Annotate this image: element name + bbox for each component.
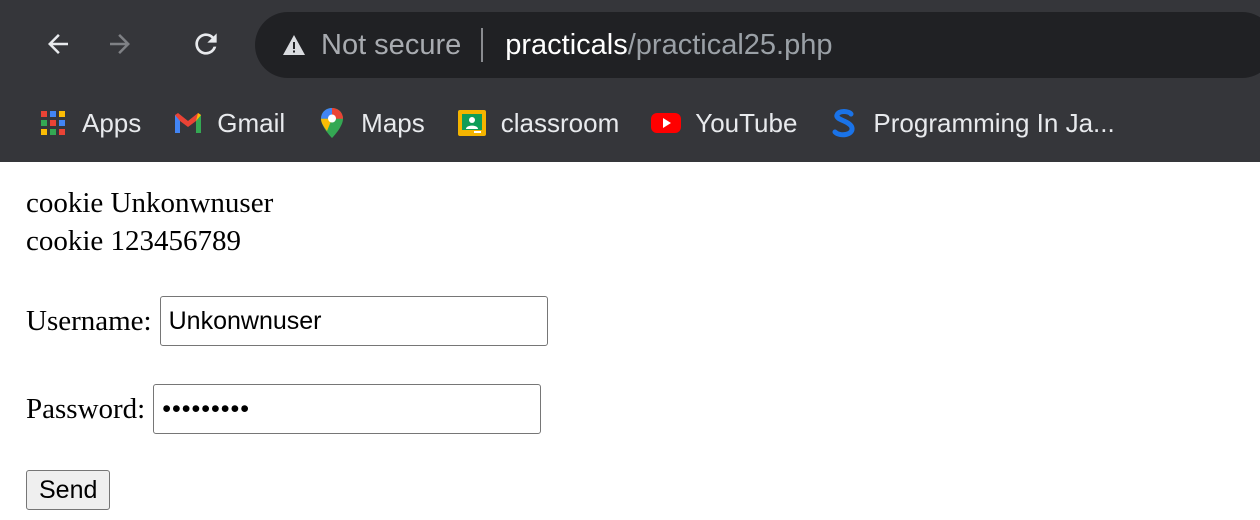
classroom-icon [455,106,489,140]
back-button[interactable] [36,22,80,66]
bookmark-label: Gmail [217,107,286,138]
bookmark-youtube[interactable]: YouTube [649,106,797,140]
cookie-username-line: cookie Unkonwnuser [26,187,274,219]
username-input[interactable] [159,296,548,346]
arrow-left-icon [48,34,68,54]
address-divider [481,28,484,62]
bookmark-programming-in-java[interactable]: Programming In Ja... [827,106,1115,140]
password-row: Password: [26,384,1260,434]
cookie-password-line: cookie 123456789 [26,225,242,257]
cookie-output: cookie Unkonwnuser cookie 123456789 [26,162,1260,260]
page-content: cookie Unkonwnuser cookie 123456789 User… [0,162,1260,510]
login-form: Username: Password: Send [26,296,1260,510]
bookmark-label: classroom [500,107,620,138]
apps-grid-icon [36,106,70,140]
warning-triangle-icon[interactable] [281,33,307,57]
forward-button[interactable] [98,22,142,66]
url-text[interactable]: practicals/practical25.php [505,29,832,62]
arrow-right-icon [110,34,130,54]
bookmark-apps[interactable]: Apps [36,106,141,140]
youtube-icon [649,106,683,140]
reload-icon [195,33,217,55]
browser-chrome: Not secure practicals/practical25.php Ap… [0,0,1260,162]
address-bar[interactable]: Not secure practicals/practical25.php [255,12,1260,78]
bookmark-label: Programming In Ja... [873,107,1115,138]
url-path: /practical25.php [627,28,833,61]
bookmark-label: Apps [82,107,142,138]
bookmark-gmail[interactable]: Gmail [171,106,285,140]
bookmarks-bar: Apps Gmail Maps classroom YouTube Progra… [0,88,1260,158]
password-input[interactable] [153,384,542,434]
username-label: Username: [26,304,152,337]
browser-toolbar: Not secure practicals/practical25.php [0,0,1260,88]
security-status-text[interactable]: Not secure [321,29,461,62]
bookmark-maps[interactable]: Maps [315,106,425,140]
maps-pin-icon [315,106,349,140]
gmail-icon [171,106,205,140]
url-host: practicals [505,28,628,61]
bookmark-label: YouTube [695,107,798,138]
reload-button[interactable] [184,22,228,66]
bookmark-classroom[interactable]: classroom [455,106,619,140]
username-row: Username: [26,296,1260,346]
s-logo-icon [827,106,861,140]
password-label: Password: [26,392,146,425]
bookmark-label: Maps [361,107,425,138]
send-button[interactable]: Send [26,470,111,510]
